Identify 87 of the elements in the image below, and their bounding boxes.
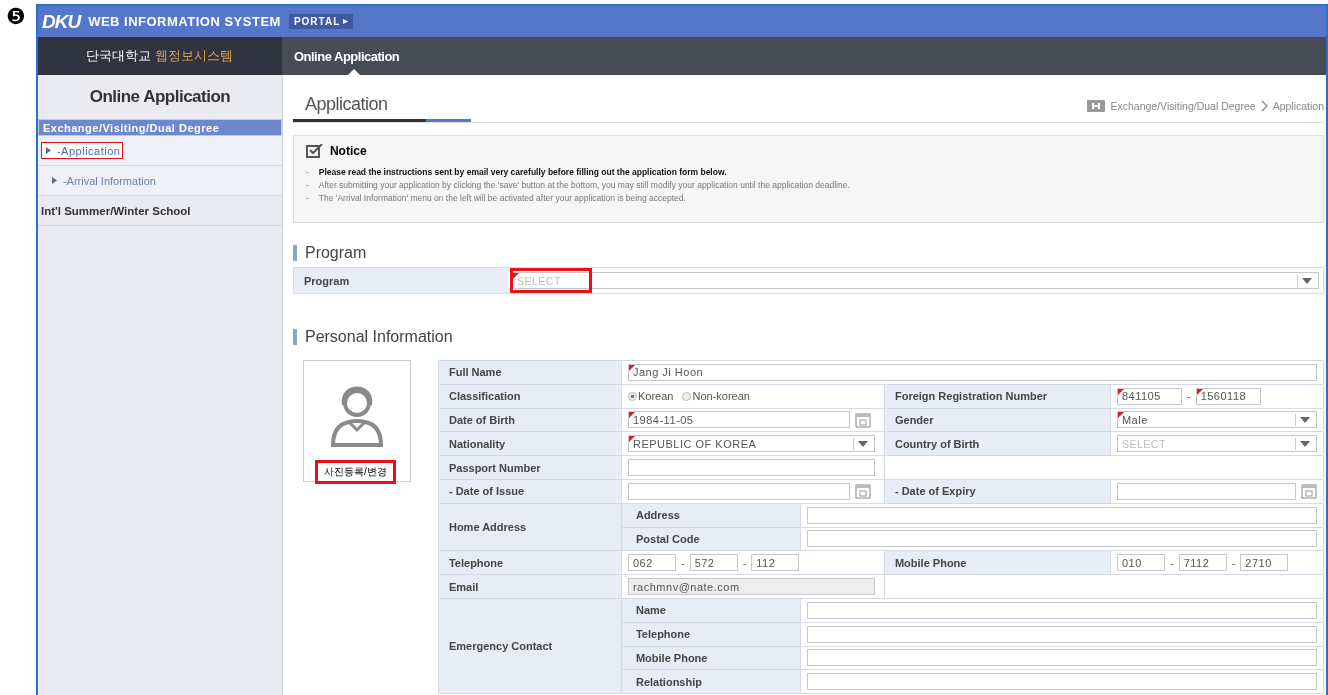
notice-text: The 'Arrival Information' menu on the left will be activated after your application is being accepted. <box>318 192 686 203</box>
radio-label[interactable]: Korean <box>637 390 674 403</box>
calendar-icon[interactable] <box>854 412 871 428</box>
name-field[interactable]: Jang Ji Hoon <box>627 363 1317 381</box>
logo[interactable]: DKU <box>41 10 81 33</box>
list-marker: - <box>305 166 309 177</box>
system-title: WEB INFORMATION SYSTEM <box>88 14 281 29</box>
field-label: Telephone <box>621 622 800 646</box>
calendar-icon[interactable] <box>854 483 871 500</box>
arrow-icon <box>343 19 349 24</box>
contact-field[interactable] <box>806 649 1317 667</box>
breadcrumb-link[interactable]: Application <box>1272 100 1324 112</box>
field-label: Foreign Registration Number <box>884 384 1110 408</box>
date-field[interactable] <box>627 482 850 500</box>
field-label: Full Name <box>438 361 621 384</box>
field-label: Gender <box>884 408 1110 432</box>
portal-button[interactable]: PORTAL <box>288 14 354 29</box>
caret-icon <box>857 440 868 447</box>
field-label: Passport Number <box>438 456 621 479</box>
separator: - <box>1186 390 1191 403</box>
field-label: - Date of Expiry <box>884 480 1110 503</box>
address-field[interactable] <box>806 530 1317 548</box>
date-field[interactable] <box>1116 482 1296 500</box>
field-label: Name <box>621 598 800 622</box>
contact-field[interactable] <box>806 601 1317 619</box>
field-label: Program <box>293 268 508 293</box>
separator: - <box>742 556 747 569</box>
checkbox-icon <box>305 144 324 158</box>
notice-title: Notice <box>329 144 367 158</box>
passport-field[interactable] <box>627 459 875 477</box>
separator: - <box>1231 556 1236 569</box>
radio-button[interactable] <box>682 391 692 401</box>
radio-button[interactable] <box>627 391 637 401</box>
field-label: Emergency Contact <box>438 598 621 694</box>
sidebar-title: Online Application <box>88 86 232 108</box>
field-label: Country of Birth <box>884 432 1110 456</box>
radio-label[interactable]: Non-korean <box>692 390 750 403</box>
registration-number-field[interactable]: 841105 <box>1116 387 1182 405</box>
contact-field[interactable] <box>806 673 1317 691</box>
notice-text: Please read the instructions sent by email very carefully before filling out the application form below. <box>318 166 727 177</box>
breadcrumb-link[interactable]: Exchange/Visiting/Dual Degree <box>1110 100 1256 112</box>
step-number: ❺ <box>5 3 27 31</box>
caret-icon <box>1300 440 1310 447</box>
list-marker: - <box>305 192 309 203</box>
field-label: Postal Code <box>621 527 800 551</box>
phone-field[interactable]: 572 <box>689 554 738 572</box>
page-title: Application <box>303 94 388 115</box>
address-field[interactable] <box>806 506 1317 524</box>
field-label: Telephone <box>438 551 621 575</box>
field-label: Classification <box>438 384 621 408</box>
home-icon <box>1087 100 1106 112</box>
caret-icon <box>1300 417 1310 423</box>
nationality-select[interactable]: REPUBLIC OF KOREA <box>627 435 875 453</box>
field-label: Relationship <box>621 670 800 694</box>
field-label: Mobile Phone <box>621 646 800 670</box>
calendar-icon[interactable] <box>1301 483 1317 500</box>
site-name[interactable]: 단국대학교 웹정보시스템 <box>37 37 282 75</box>
phone-field[interactable]: 010 <box>1116 554 1165 572</box>
date-field[interactable]: 1984-11-05 <box>627 411 850 429</box>
field-label: - Date of Issue <box>438 480 621 503</box>
separator: - <box>1169 556 1174 569</box>
photo-upload-button[interactable]: 사진등록/변경 <box>314 460 396 484</box>
phone-field[interactable]: 112 <box>751 554 800 572</box>
sidebar-subitem[interactable]: -Application <box>40 142 124 159</box>
nav-tab[interactable]: Online Application <box>281 37 412 75</box>
section-heading: Personal Information <box>304 328 453 346</box>
field-label: Mobile Phone <box>884 551 1110 575</box>
triangle-icon <box>45 147 51 154</box>
triangle-icon <box>51 177 57 184</box>
field-label: Nationality <box>438 432 621 456</box>
phone-field[interactable]: 7112 <box>1178 554 1227 572</box>
registration-number-field[interactable]: 1560118 <box>1195 387 1261 405</box>
field-label: Date of Birth <box>438 408 621 432</box>
section-heading: Program <box>304 244 367 262</box>
separator: - <box>680 556 685 569</box>
field-label: Address <box>621 503 800 527</box>
gender-select[interactable]: Male <box>1116 411 1317 429</box>
phone-field[interactable]: 062 <box>627 554 676 572</box>
chevron-icon <box>1260 100 1268 112</box>
field-label: Email <box>438 575 621 598</box>
field-label: Home Address <box>438 503 621 551</box>
list-marker: - <box>305 179 309 190</box>
sidebar-item[interactable]: Int'l Summer/Winter School <box>37 196 282 226</box>
caret-icon <box>1302 277 1312 284</box>
notice-text: After submitting your application by clicking the 'save' button at the bottom, you may still modify your application until the application deadline. <box>318 179 850 190</box>
contact-field[interactable] <box>806 625 1317 643</box>
phone-field[interactable]: 2710 <box>1240 554 1289 572</box>
